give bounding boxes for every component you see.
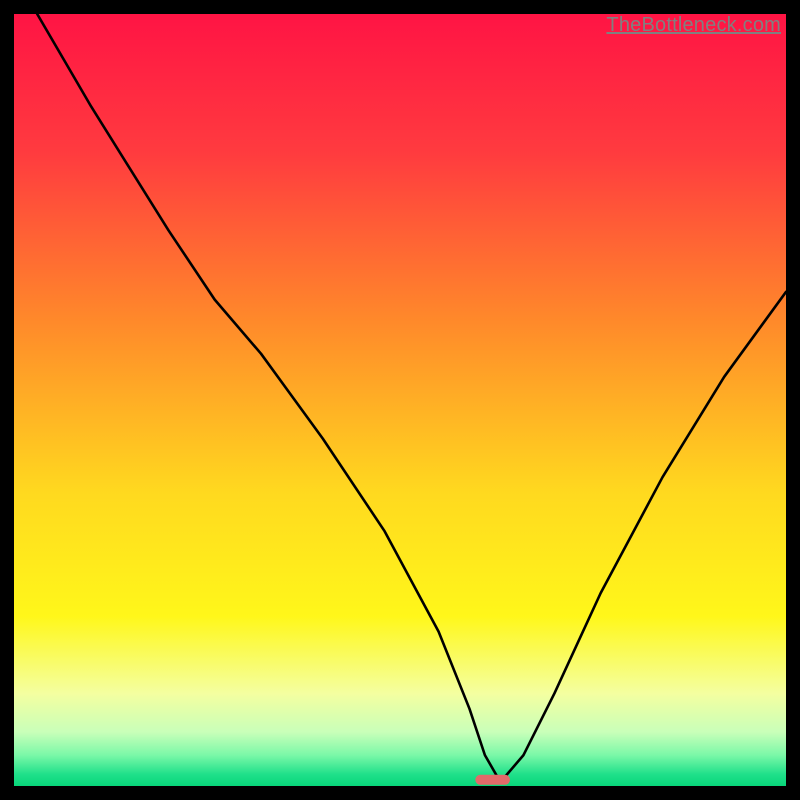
source-label: TheBottleneck.com	[606, 14, 781, 36]
source-link[interactable]: TheBottleneck.com	[606, 14, 781, 37]
optimal-marker	[475, 775, 510, 785]
gradient-background	[14, 14, 786, 786]
bottleneck-chart	[14, 14, 786, 786]
chart-frame: TheBottleneck.com	[14, 14, 786, 786]
